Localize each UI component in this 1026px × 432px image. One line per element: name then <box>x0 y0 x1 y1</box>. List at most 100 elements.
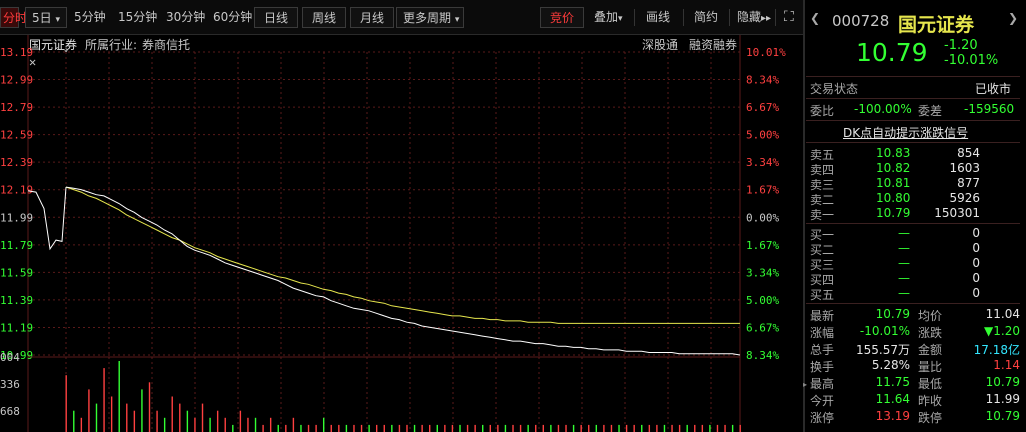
period-5min[interactable]: 5分钟 <box>68 7 112 28</box>
volume-bar <box>375 424 378 432</box>
stats-row: 今开 11.64 昨收 11.99 <box>806 392 1020 408</box>
order-diff-value: -159560 <box>964 102 1015 116</box>
stat-label: 涨停 <box>810 411 835 425</box>
trade-status-row: 交易状态 已收市 <box>806 80 1020 96</box>
volume-bar <box>716 424 719 432</box>
intraday-chart[interactable]: 国元证券 所属行业: 券商信托 深股通 融资融券 13.19 10.01% 12.9… <box>0 35 803 432</box>
bid-price: — <box>898 226 910 240</box>
simple-mode-button[interactable]: 简约 <box>688 7 724 28</box>
stat-value: 11.75 <box>875 375 910 389</box>
period-15min[interactable]: 15分钟 <box>112 7 163 28</box>
volume-bar <box>345 424 348 432</box>
price-change-pct: -10.01% <box>944 53 999 68</box>
bid-row[interactable]: 买一 — 0 <box>806 226 1020 242</box>
ask-row[interactable]: 卖二 10.80 5926 <box>806 191 1020 207</box>
volume-bar <box>269 417 272 432</box>
chevron-left-icon[interactable]: ❮ <box>810 11 820 25</box>
volume-bar <box>595 424 598 432</box>
volume-bar <box>247 417 249 432</box>
bid-row[interactable]: 买二 — 0 <box>806 241 1020 257</box>
stat-label: 跌停 <box>918 411 943 425</box>
volume-bar <box>285 424 287 432</box>
pct-tick-label: 6.67% <box>746 101 779 114</box>
stats-row: 总手 155.57万 金额 17.18亿 <box>806 341 1020 357</box>
volume-bar <box>406 424 408 432</box>
dk-signal-link[interactable]: DK点自动提示涨跌信号 <box>843 124 968 141</box>
more-periods-dropdown[interactable]: 更多周期 ▾ <box>396 7 464 28</box>
stat-value: 155.57万 <box>856 343 910 357</box>
fullscreen-icon[interactable]: ⛶ <box>778 7 800 28</box>
volume-bar <box>588 424 590 432</box>
volume-bar <box>610 424 613 432</box>
chevron-down-icon: ▾ <box>618 14 623 24</box>
volume-bar <box>277 424 279 432</box>
period-5day-label: 5日 <box>32 11 52 25</box>
ask-row[interactable]: 卖五 10.83 854 <box>806 146 1020 162</box>
divider <box>806 120 1020 121</box>
stat-label: 涨幅 <box>810 326 835 340</box>
tab-intraday[interactable]: 分时 <box>0 7 27 28</box>
pct-tick-label: 8.34% <box>746 349 779 362</box>
ask-row[interactable]: 卖三 10.81 877 <box>806 176 1020 192</box>
stat-label: 量比 <box>918 360 943 374</box>
volume-bar <box>436 424 438 432</box>
draw-line-button[interactable]: 画线 <box>640 7 676 28</box>
stat-value: 11.64 <box>875 392 910 406</box>
trade-status-label: 交易状态 <box>810 82 859 96</box>
period-weekly[interactable]: 周线 <box>302 7 346 28</box>
y-tick-label: 12.39 <box>0 156 33 169</box>
period-daily[interactable]: 日线 <box>254 7 298 28</box>
price-change: -1.20 <box>944 38 978 53</box>
period-60min[interactable]: 60分钟 <box>207 7 258 28</box>
volume-bar <box>648 424 651 432</box>
stat-label: 金额 <box>918 343 943 357</box>
volume-bar <box>512 424 514 432</box>
stat-label: 最低 <box>918 377 943 391</box>
volume-bar <box>232 424 234 432</box>
volume-tick-label: 668 <box>0 405 20 418</box>
volume-bar <box>482 424 484 432</box>
bid-volume: 0 <box>972 241 980 255</box>
volume-bar <box>315 424 317 432</box>
period-5day-dropdown[interactable]: 5日 ▾ <box>25 7 67 28</box>
stats-row: 最高 11.75 最低 10.79 <box>806 375 1020 391</box>
overlay-dropdown[interactable]: 叠加▾ <box>588 7 629 28</box>
bid-row[interactable]: 买四 — 0 <box>806 271 1020 287</box>
avg-price-line <box>65 186 740 324</box>
volume-bar <box>118 361 120 432</box>
period-monthly[interactable]: 月线 <box>350 7 394 28</box>
volume-bar <box>307 424 310 432</box>
bid-row[interactable]: 买三 — 0 <box>806 256 1020 272</box>
chart-canvas: 13.19 10.01%12.99 8.34%12.79 6.67%12.59 5.00… <box>0 35 786 432</box>
ask-row[interactable]: 卖四 10.82 1603 <box>806 161 1020 177</box>
volume-bar <box>322 417 325 432</box>
volume-bar <box>459 424 461 432</box>
pct-tick-label: 0.00% <box>746 211 779 224</box>
ask-price: 10.81 <box>876 176 911 190</box>
bid-price: — <box>898 271 910 285</box>
volume-bar <box>686 424 688 432</box>
double-chevron-right-icon: ▸▸ <box>761 13 772 24</box>
volume-bar <box>103 368 105 432</box>
stat-value: 13.19 <box>875 409 910 423</box>
pct-tick-label: 5.00% <box>746 294 779 307</box>
period-30min[interactable]: 30分钟 <box>160 7 211 28</box>
ask-row[interactable]: 卖一 10.79 150301 <box>806 206 1020 222</box>
toolbar-divider <box>683 9 684 26</box>
stats-row: 最新 10.79 均价 11.04 <box>806 307 1020 323</box>
volume-bar <box>95 403 98 432</box>
auction-button[interactable]: 竞价 <box>540 7 584 28</box>
hide-button[interactable]: 隐藏▸▸ <box>731 7 777 28</box>
volume-bar <box>504 424 507 432</box>
volume-bar <box>519 424 522 432</box>
bid-row[interactable]: 买五 — 0 <box>806 286 1020 302</box>
stats-row: 涨停 13.19 跌停 10.79 <box>806 409 1020 425</box>
chevron-right-icon[interactable]: ❯ <box>1008 11 1018 25</box>
stat-label: 昨收 <box>918 394 943 408</box>
volume-bar <box>133 410 136 432</box>
pct-tick-label: 1.67% <box>746 184 779 197</box>
chart-toolbar: 分时 5日 ▾ 5分钟 15分钟 30分钟 60分钟 日线 周线 月线 更多周期… <box>0 0 803 35</box>
sidebar-collapse-handle[interactable]: ▸ <box>803 376 807 394</box>
volume-bar <box>739 424 741 432</box>
volume-bar <box>527 424 529 432</box>
